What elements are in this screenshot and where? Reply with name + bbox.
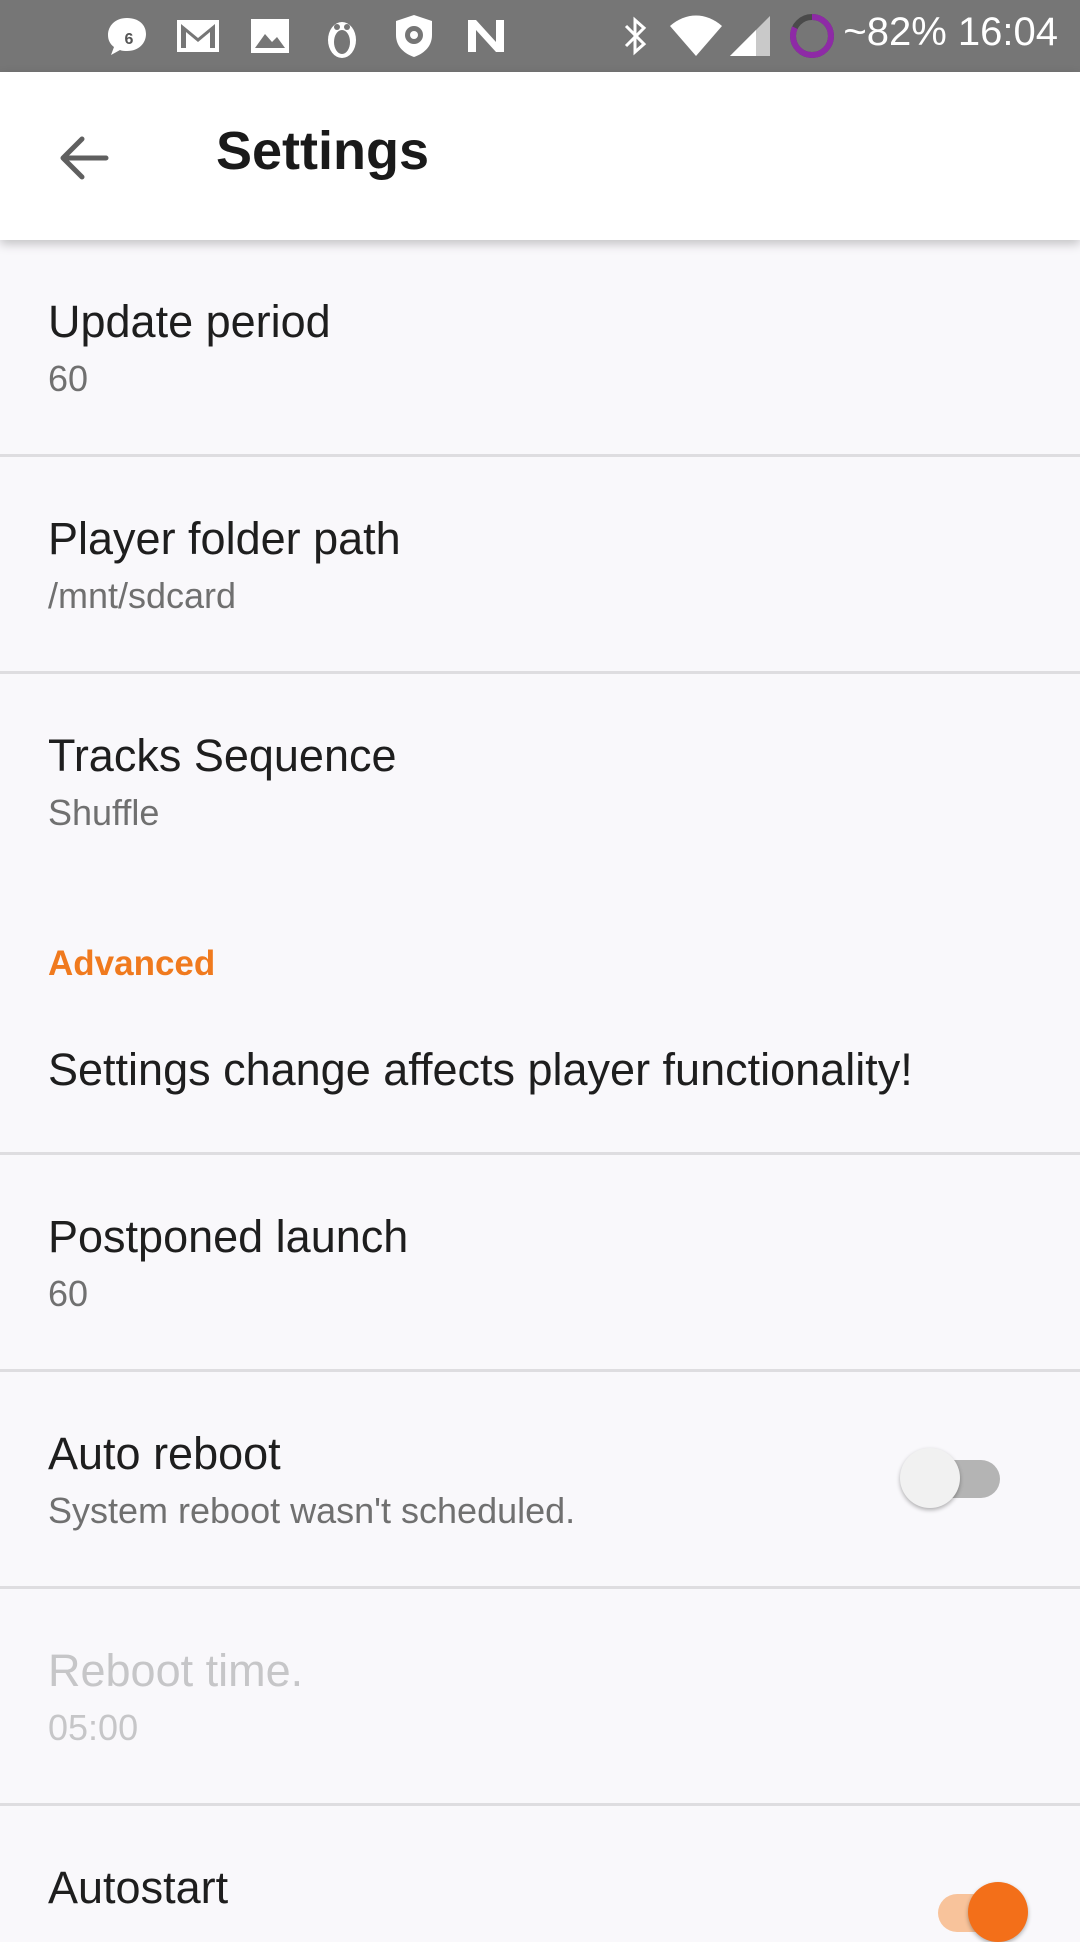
page-title: Settings xyxy=(216,121,430,181)
pref-summary: 05:00 xyxy=(48,1707,139,1748)
status-bar: 6 ~82% 16:04 xyxy=(0,0,1080,72)
pref-title: Reboot time. xyxy=(48,1645,304,1696)
gallery-icon xyxy=(250,14,290,58)
shield-app-icon xyxy=(392,14,436,58)
gmail-icon xyxy=(176,14,220,58)
pref-summary: 60 xyxy=(48,358,89,399)
switch-thumb xyxy=(968,1882,1028,1942)
pref-autostart[interactable]: Autostart xyxy=(0,1806,1080,1942)
pref-title: Postponed launch xyxy=(48,1211,409,1262)
pref-title: Player folder path xyxy=(48,513,401,564)
n-app-icon xyxy=(464,14,508,58)
back-button[interactable] xyxy=(48,122,120,194)
battery-ring-icon xyxy=(788,14,836,58)
pref-title: Tracks Sequence xyxy=(48,730,397,781)
pref-tracks-sequence[interactable]: Tracks Sequence Shuffle xyxy=(0,674,1080,888)
cell-signal-icon xyxy=(728,14,772,58)
pref-reboot-time: Reboot time. 05:00 xyxy=(0,1589,1080,1803)
pref-title: Update period xyxy=(48,296,331,347)
arrow-back-icon xyxy=(60,136,109,180)
pref-summary: Shuffle xyxy=(48,792,160,833)
pref-title: Settings change affects player functiona… xyxy=(48,1044,913,1095)
switch-thumb xyxy=(900,1448,960,1508)
notification-badge: 6 xyxy=(125,31,134,48)
penguin-app-icon xyxy=(322,14,362,58)
bluetooth-icon xyxy=(620,14,650,58)
pref-summary: 60 xyxy=(48,1273,89,1314)
pref-player-folder-path[interactable]: Player folder path /mnt/sdcard xyxy=(0,457,1080,671)
pref-title: Autostart xyxy=(48,1862,229,1913)
autostart-switch[interactable] xyxy=(924,1882,1028,1942)
app-bar: Settings xyxy=(0,72,1080,240)
pref-auto-reboot[interactable]: Auto reboot System reboot wasn't schedul… xyxy=(0,1372,1080,1586)
battery-time-text: ~82% 16:04 xyxy=(843,10,1058,55)
pref-summary: System reboot wasn't scheduled. xyxy=(48,1490,576,1531)
battery-percent: ~82% xyxy=(843,10,947,54)
pref-title: Auto reboot xyxy=(48,1428,281,1479)
clock: 16:04 xyxy=(957,10,1058,54)
pref-warning[interactable]: Settings change affects player functiona… xyxy=(0,1010,1080,1152)
notification-count-icon: 6 xyxy=(104,14,150,58)
pref-postponed-launch[interactable]: Postponed launch 60 xyxy=(0,1155,1080,1369)
pref-update-period[interactable]: Update period 60 xyxy=(0,240,1080,454)
section-header-advanced: Advanced xyxy=(48,944,216,983)
pref-summary: /mnt/sdcard xyxy=(48,575,237,616)
wifi-icon xyxy=(668,14,724,58)
auto-reboot-switch[interactable] xyxy=(900,1448,1004,1508)
